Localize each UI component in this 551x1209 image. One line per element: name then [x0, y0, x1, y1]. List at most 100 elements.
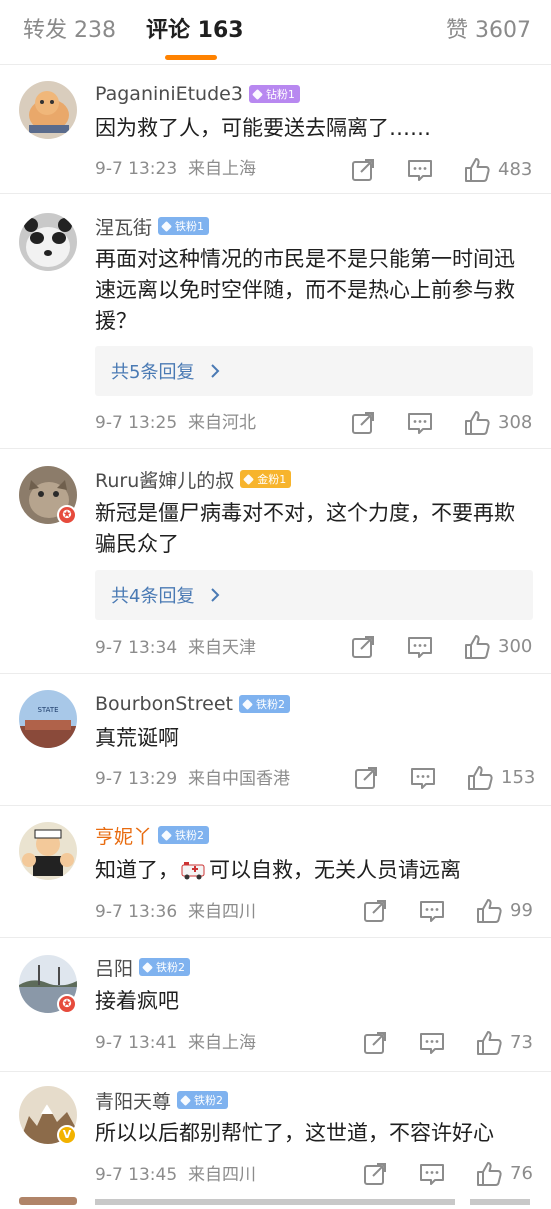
chevron-right-icon [211, 364, 220, 378]
comment-time: 9-7 13:45 [95, 1165, 178, 1185]
like-count: 73 [510, 1032, 533, 1053]
comment-location: 来自中国香港 [187, 769, 290, 789]
like-icon[interactable] [464, 157, 490, 183]
comment-icon[interactable] [419, 1161, 445, 1187]
like-count: 300 [498, 636, 533, 657]
share-icon[interactable] [353, 765, 379, 791]
fan-badge-label: 铁粉2 [194, 1094, 224, 1107]
tab-likes[interactable]: 赞 3607 [446, 16, 531, 46]
comment-location: 来自河北 [187, 413, 256, 433]
fan-badge-label: 铁粉2 [255, 698, 285, 711]
username[interactable]: 青阳天尊 [95, 1087, 171, 1114]
fan-badge: 铁粉2 [177, 1091, 229, 1109]
svg-text:STATE: STATE [37, 706, 58, 714]
comment-text: 因为救了人，可能要送去隔离了…… [95, 116, 431, 140]
comment-item: ✪ Ruru酱婶儿的叔 金粉1 新冠是僵尸病毒对不对，这个力度，不要再欺骗民众了… [0, 449, 551, 674]
comment-icon[interactable] [407, 634, 433, 660]
fan-badge-label: 铁粉2 [175, 829, 205, 842]
diamond-icon [180, 1094, 191, 1106]
comment-text: 再面对这种情况的市民是不是只能第一时间迅速远离以免时空伴随，而不是热心上前参与救… [95, 247, 515, 333]
tab-comments[interactable]: 评论 163 [146, 16, 244, 46]
comment-location: 来自四川 [187, 902, 256, 922]
username[interactable]: PaganiniEtude3 [95, 83, 243, 105]
comment-meta: 9-7 13:34 来自天津 [95, 636, 256, 660]
comment-icon[interactable] [407, 410, 433, 436]
comment-time: 9-7 13:34 [95, 638, 178, 658]
comment-icon[interactable] [407, 157, 433, 183]
comment-time: 9-7 13:41 [95, 1033, 178, 1053]
comment-text: 知道了， 可以自救，无关人员请远离 [95, 855, 535, 886]
like-count: 153 [501, 767, 536, 788]
share-icon[interactable] [362, 1161, 388, 1187]
comment-actions: 99 [362, 898, 542, 928]
fan-badge: 铁粉2 [238, 695, 290, 713]
comment-actions: 73 [362, 1030, 542, 1060]
comment-time: 9-7 13:36 [95, 902, 178, 922]
comment-text: 真荒诞啊 [95, 726, 179, 750]
comment-actions: 308 [350, 410, 540, 440]
fan-badge: 金粉1 [240, 470, 292, 488]
username[interactable]: BourbonStreet [95, 693, 233, 715]
diamond-icon [251, 88, 263, 100]
fan-badge-label: 铁粉2 [156, 961, 186, 974]
comment-time: 9-7 13:23 [95, 159, 178, 179]
comment-item: V 青阳天尊 铁粉2 所以以后都别帮忙了，这世道，不容许好心 9-7 13:45… [0, 1072, 551, 1190]
username[interactable]: 吕阳 [95, 954, 133, 981]
comment-actions: 300 [350, 634, 540, 664]
fan-badge: 铁粉1 [158, 217, 210, 235]
replies-link[interactable]: 共4条回复 [95, 570, 533, 620]
like-icon[interactable] [467, 765, 493, 791]
comment-text: 新冠是僵尸病毒对不对，这个力度，不要再欺骗民众了 [95, 501, 515, 556]
comment-icon[interactable] [419, 1030, 445, 1056]
like-icon[interactable] [476, 1030, 502, 1056]
avatar[interactable]: STATE [19, 690, 77, 748]
comment-item: ✪ 吕阳 铁粉2 接着疯吧 9-7 13:41 来自上海 73 [0, 938, 551, 1072]
comment-meta: 9-7 13:23 来自上海 [95, 157, 256, 181]
comment-text-part: 可以自救，无关人员请远离 [209, 858, 461, 882]
comment-item: 亨妮丫 铁粉2 知道了， 可以自救，无关人员请远离 9-7 13:36 来自四川 … [0, 806, 551, 938]
comment-item: PaganiniEtude3 钻粉1 因为救了人，可能要送去隔离了…… 9-7 … [0, 65, 551, 194]
ambulance-emoji-icon [181, 862, 205, 880]
comment-meta: 9-7 13:25 来自河北 [95, 411, 256, 435]
username[interactable]: 涅瓦街 [95, 213, 152, 240]
fan-badge: 铁粉2 [139, 958, 191, 976]
comment-location: 来自上海 [187, 1033, 256, 1053]
username[interactable]: 亨妮丫 [95, 822, 152, 849]
like-icon[interactable] [476, 898, 502, 924]
avatar[interactable] [19, 822, 77, 880]
like-icon[interactable] [476, 1161, 502, 1187]
comment-actions: 483 [350, 157, 540, 187]
like-count: 308 [498, 412, 533, 433]
replies-label: 共4条回复 [111, 586, 195, 607]
username[interactable]: Ruru酱婶儿的叔 [95, 466, 234, 493]
avatar[interactable] [19, 81, 77, 139]
avatar[interactable] [19, 213, 77, 271]
like-icon[interactable] [464, 410, 490, 436]
share-icon[interactable] [350, 157, 376, 183]
comment-time: 9-7 13:29 [95, 769, 178, 789]
share-icon[interactable] [350, 634, 376, 660]
comment-meta: 9-7 13:36 来自四川 [95, 900, 256, 924]
comment-tabs: 转发 238 评论 163 赞 3607 [0, 0, 551, 65]
share-icon[interactable] [362, 1030, 388, 1056]
diamond-icon [242, 698, 253, 710]
fan-badge-label: 金粉1 [257, 473, 287, 486]
partial-row-graphic [19, 1197, 530, 1205]
tab-repost[interactable]: 转发 238 [23, 16, 116, 46]
fan-badge-label: 钻粉1 [265, 88, 295, 101]
comment-actions: 76 [362, 1161, 542, 1191]
fan-badge: 钻粉1 [248, 85, 300, 103]
share-icon[interactable] [362, 898, 388, 924]
verified-badge-icon: ✪ [57, 994, 77, 1014]
replies-link[interactable]: 共5条回复 [95, 346, 533, 396]
comment-item: 涅瓦街 铁粉1 再面对这种情况的市民是不是只能第一时间迅速远离以免时空伴随，而不… [0, 194, 551, 449]
share-icon[interactable] [350, 410, 376, 436]
crown-icon [161, 829, 172, 841]
replies-label: 共5条回复 [111, 362, 195, 383]
diamond-icon [161, 220, 172, 232]
comment-icon[interactable] [410, 765, 436, 791]
verified-badge-icon: V [57, 1125, 77, 1145]
like-icon[interactable] [464, 634, 490, 660]
like-count: 99 [510, 900, 533, 921]
comment-icon[interactable] [419, 898, 445, 924]
